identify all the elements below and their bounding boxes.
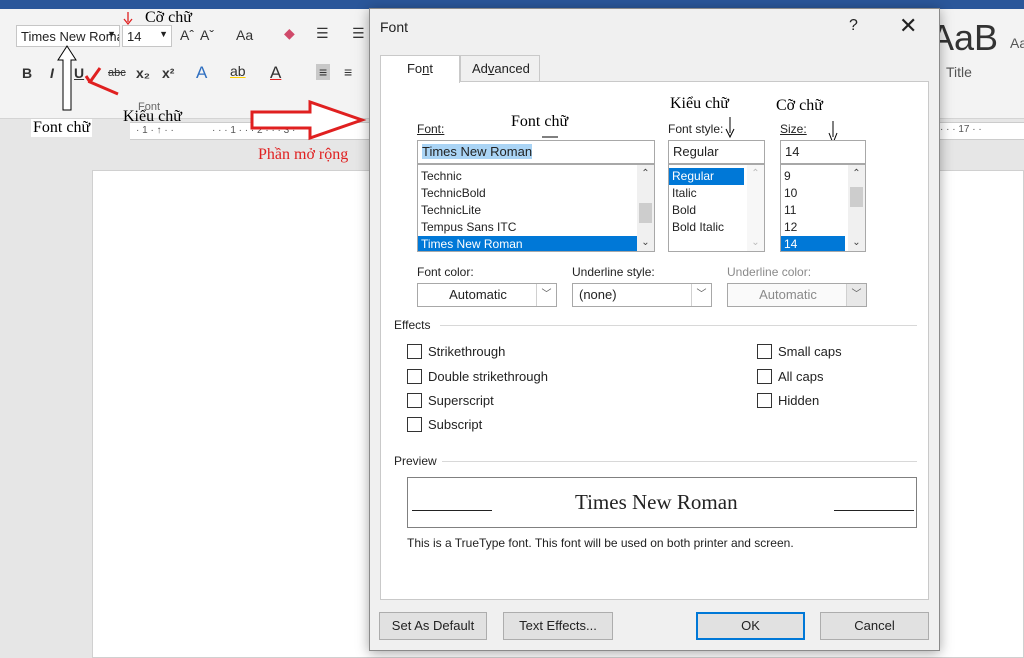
list-item[interactable]: TechnicBold: [418, 185, 654, 202]
hidden-checkbox[interactable]: Hidden: [757, 393, 819, 408]
preview-box: Times New Roman: [407, 477, 917, 528]
list-item[interactable]: TechnicLite: [418, 202, 654, 219]
button-label: Set As Default: [391, 618, 475, 633]
scroll-thumb[interactable]: [639, 203, 652, 223]
button-label: OK: [741, 618, 760, 633]
checkbox-box[interactable]: [757, 344, 772, 359]
list-item-selected[interactable]: Times New Roman: [418, 236, 637, 251]
subscript-checkbox[interactable]: Subscript: [407, 417, 482, 432]
strikethrough-checkbox[interactable]: Strikethrough: [407, 344, 505, 359]
effects-divider: [440, 325, 917, 326]
superscript-checkbox[interactable]: Superscript: [407, 393, 494, 408]
chevron-down-icon[interactable]: ﹀: [536, 284, 556, 306]
font-style-input-value: Regular: [673, 144, 719, 159]
font-color-label: Font color:: [417, 265, 474, 279]
ok-button[interactable]: OK: [696, 612, 805, 640]
effects-label: Effects: [394, 318, 431, 332]
button-label: Cancel: [854, 618, 895, 633]
underline-style-select[interactable]: (none) ﹀: [572, 283, 712, 307]
chevron-up-icon[interactable]: ⌃: [637, 165, 654, 182]
set-as-default-button[interactable]: Set As Default: [379, 612, 487, 640]
font-input-value: Times New Roman: [422, 144, 533, 159]
button-label: Text Effects...: [519, 618, 597, 633]
chevron-up-icon[interactable]: ⌃: [747, 165, 764, 182]
checkbox-box[interactable]: [757, 369, 772, 384]
checkbox-box[interactable]: [407, 369, 422, 384]
checkbox-label: Strikethrough: [428, 344, 506, 359]
list-item-selected[interactable]: Regular: [669, 168, 744, 185]
checkbox-box[interactable]: [407, 393, 422, 408]
font-list-scrollbar[interactable]: ⌃ ⌄: [637, 165, 654, 251]
checkbox-box[interactable]: [757, 393, 772, 408]
cancel-button[interactable]: Cancel: [820, 612, 929, 640]
chevron-up-icon[interactable]: ⌃: [848, 165, 865, 182]
preview-text: Times New Roman: [575, 490, 738, 514]
tab-font[interactable]: Font: [380, 55, 460, 83]
font-color-value: Automatic: [449, 287, 507, 302]
chevron-down-icon[interactable]: ﹀: [691, 284, 711, 306]
underline-style-value: (none): [579, 287, 617, 302]
font-style-input[interactable]: Regular: [668, 140, 765, 164]
chevron-down-icon[interactable]: ⌄: [848, 234, 865, 251]
all-caps-checkbox[interactable]: All caps: [757, 369, 824, 384]
scroll-thumb[interactable]: [850, 187, 863, 207]
tab-label: t: [429, 61, 434, 76]
size-list[interactable]: 9 10 11 12 14 ⌃ ⌄: [780, 164, 866, 252]
font-style-label: Font style:: [668, 122, 724, 136]
text-effects-button[interactable]: Text Effects...: [503, 612, 613, 640]
size-input-value: 14: [785, 144, 800, 159]
chevron-down-icon[interactable]: ⌄: [747, 234, 764, 251]
double-strikethrough-checkbox[interactable]: Double strikethrough: [407, 369, 548, 384]
annotation-co-chu: Cỡ chữ: [145, 9, 192, 26]
underline-color-value: Automatic: [759, 287, 817, 302]
checkbox-label: Superscript: [428, 393, 494, 408]
size-label: Size:: [780, 122, 807, 136]
checkbox-label: Subscript: [428, 417, 483, 432]
tab-label: Fo: [406, 61, 423, 76]
size-list-scrollbar[interactable]: ⌃ ⌄: [848, 165, 865, 251]
up-arrow-icon: [57, 45, 77, 111]
font-color-select[interactable]: Automatic ﹀: [417, 283, 557, 307]
size-input[interactable]: 14: [780, 140, 866, 164]
chevron-down-icon[interactable]: ﹀: [846, 284, 866, 306]
font-style-list[interactable]: Regular Italic Bold Bold Italic ⌃ ⌄: [668, 164, 765, 252]
annotation-font-chu: Font chữ: [31, 119, 93, 137]
list-item[interactable]: Technic: [418, 168, 654, 185]
style-title[interactable]: Title: [946, 64, 972, 80]
font-label: Font:: [417, 122, 445, 136]
ruler-right-marks: · · · 17 · ·: [940, 124, 982, 135]
right-arrow-icon: [250, 99, 367, 141]
chevron-down-icon[interactable]: ⌄: [637, 234, 654, 251]
underline-color-label: Underline color:: [727, 265, 812, 279]
down-arrow-icon: [725, 117, 735, 139]
preview-baseline-left: [412, 510, 492, 511]
font-dialog: Font ? ✕ Font Advanced Font chữ Kiểu chữ…: [369, 8, 940, 651]
checkbox-box[interactable]: [407, 417, 422, 432]
down-arrow-icon: [123, 12, 133, 26]
preview-label: Preview: [394, 454, 437, 468]
preview-divider: [442, 461, 917, 462]
checkbox-box[interactable]: [407, 344, 422, 359]
preview-baseline-right: [834, 510, 914, 511]
annotation-kieu-chu: Kiểu chữ: [123, 108, 182, 125]
style-sample-small[interactable]: Aa: [1010, 35, 1024, 51]
truetype-note: This is a TrueType font. This font will …: [407, 536, 794, 550]
checkbox-label: All caps: [778, 369, 824, 384]
checkbox-label: Small caps: [778, 344, 842, 359]
checkbox-label: Double strikethrough: [428, 369, 548, 384]
annotation-phan-mo-rong: Phần mở rộng: [258, 146, 349, 163]
font-list[interactable]: Technic TechnicBold TechnicLite Tempus S…: [417, 164, 655, 252]
red-pointer-icon: [84, 67, 119, 96]
font-input[interactable]: Times New Roman: [417, 140, 655, 164]
underline-style-label: Underline style:: [572, 265, 655, 279]
small-caps-checkbox[interactable]: Small caps: [757, 344, 842, 359]
font-style-scrollbar[interactable]: ⌃ ⌄: [747, 165, 764, 251]
list-item[interactable]: Tempus Sans ITC: [418, 219, 654, 236]
checkbox-label: Hidden: [778, 393, 820, 408]
underline-color-select[interactable]: Automatic ﹀: [727, 283, 867, 307]
list-item-selected[interactable]: 14: [781, 236, 845, 251]
